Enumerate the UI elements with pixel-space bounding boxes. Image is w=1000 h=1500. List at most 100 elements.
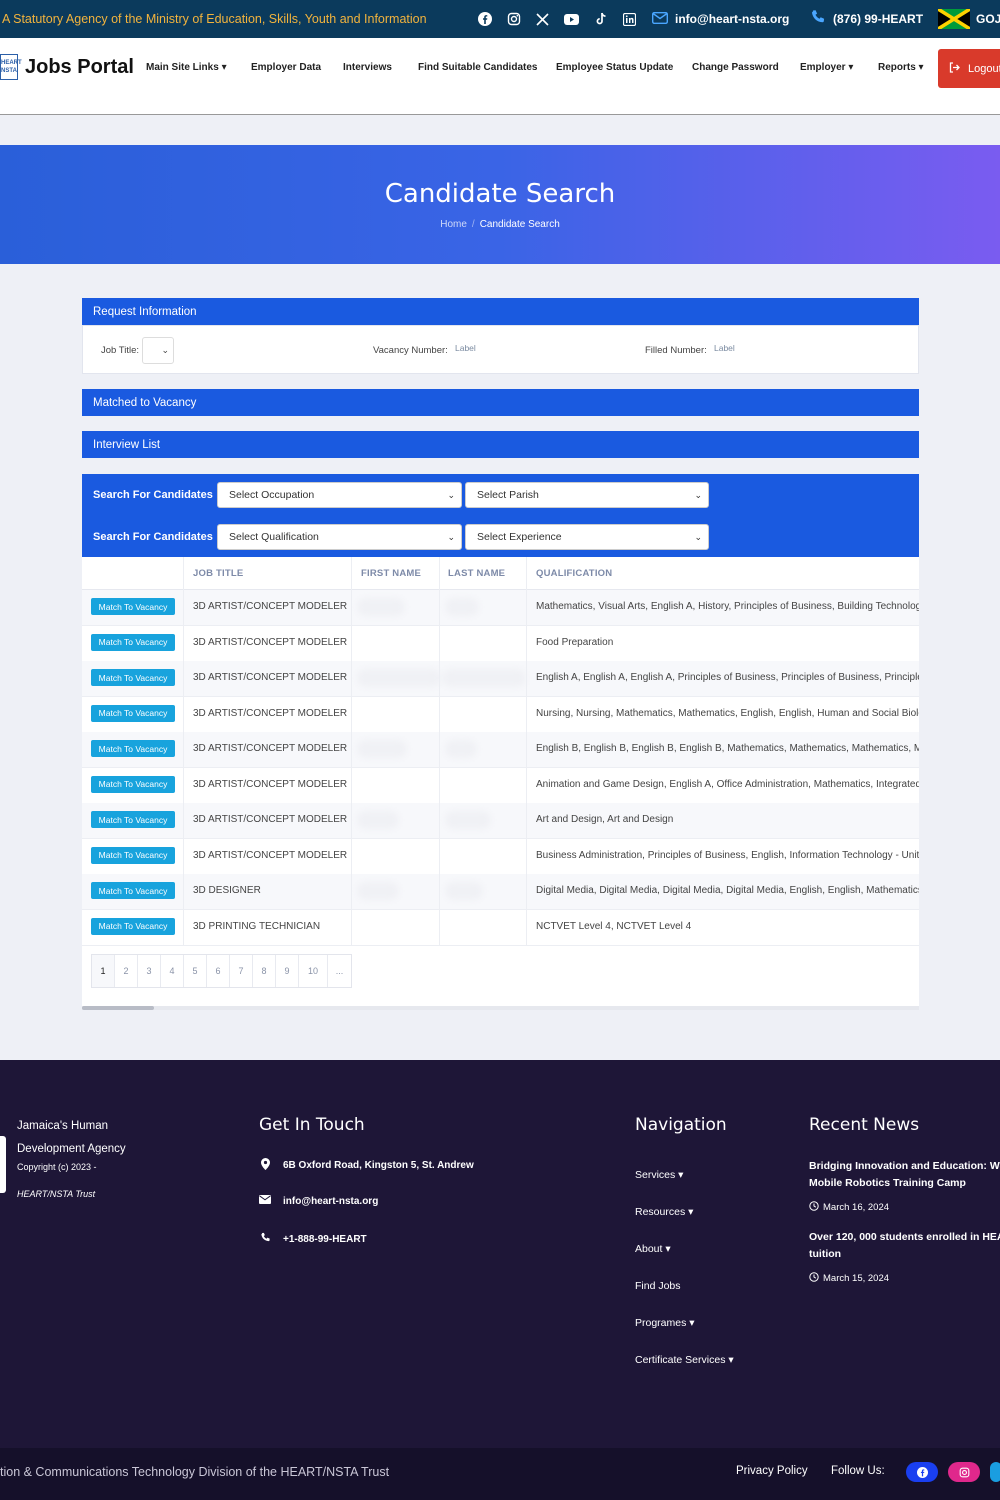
match-to-vacancy-button[interactable]: Match To Vacancy bbox=[91, 917, 175, 935]
twitter-icon[interactable] bbox=[990, 1462, 1000, 1482]
match-to-vacancy-button[interactable]: Match To Vacancy bbox=[91, 775, 175, 793]
job-title-cell: 3D ARTIST/CONCEPT MODELER bbox=[193, 707, 348, 719]
matched-to-vacancy-header[interactable]: Matched to Vacancy bbox=[82, 389, 919, 416]
qualification-cell: Art and Design, Art and Design bbox=[536, 814, 674, 825]
footer-nav-resources[interactable]: Resources ▾ bbox=[635, 1206, 693, 1218]
occupation-select[interactable]: Select Occupation ⌄ bbox=[217, 482, 462, 508]
page-link[interactable]: 3 bbox=[138, 955, 161, 987]
qualification-cell: NCTVET Level 4, NCTVET Level 4 bbox=[536, 920, 692, 932]
nav-employee-status-update[interactable]: Employee Status Update bbox=[556, 62, 673, 73]
horizontal-scrollbar[interactable] bbox=[82, 1006, 919, 1010]
facebook-icon[interactable] bbox=[906, 1462, 938, 1482]
facebook-icon[interactable] bbox=[476, 11, 493, 28]
nav-employer[interactable]: Employer ▾ bbox=[800, 62, 853, 73]
breadcrumb-current: Candidate Search bbox=[479, 219, 560, 230]
match-to-vacancy-button[interactable]: Match To Vacancy bbox=[91, 704, 175, 722]
parish-select[interactable]: Select Parish ⌄ bbox=[465, 482, 709, 508]
nav-employer-data[interactable]: Employer Data bbox=[251, 62, 321, 73]
column-divider bbox=[439, 557, 440, 945]
match-to-vacancy-button[interactable]: Match To Vacancy bbox=[91, 740, 175, 757]
page-link[interactable]: 1 bbox=[92, 955, 115, 987]
nav-main-site-links[interactable]: Main Site Links ▾ bbox=[146, 62, 227, 73]
goj-link[interactable]: GOJ bbox=[938, 9, 1000, 29]
qualification-cell: English A, English A, English A, Princip… bbox=[536, 672, 919, 683]
news-item-title[interactable]: Over 120, 000 students enrolled in HEA t… bbox=[809, 1229, 1000, 1263]
logout-label: Logout bbox=[968, 62, 1000, 75]
privacy-policy-link[interactable]: Privacy Policy bbox=[736, 1465, 808, 1477]
breadcrumb-home[interactable]: Home bbox=[440, 219, 467, 230]
logo-text: Jobs Portal bbox=[25, 55, 134, 78]
chevron-down-icon: ⌄ bbox=[694, 489, 702, 500]
interview-list-header[interactable]: Interview List bbox=[82, 431, 919, 458]
navigation-heading: Navigation bbox=[635, 1115, 727, 1135]
site-logo[interactable]: HEART NSTA Jobs Portal bbox=[0, 54, 134, 80]
redacted-name bbox=[445, 740, 477, 758]
chevron-down-icon: ⌄ bbox=[447, 531, 455, 542]
clock-icon bbox=[809, 1272, 819, 1285]
footer-nav-services[interactable]: Services ▾ bbox=[635, 1169, 683, 1181]
nav-find-suitable-candidates[interactable]: Find Suitable Candidates bbox=[418, 62, 537, 73]
nav-interviews[interactable]: Interviews bbox=[343, 62, 392, 73]
footer-phone[interactable]: +1-888-99-HEART bbox=[259, 1232, 367, 1246]
heart-nsta-logo-icon: HEART NSTA bbox=[0, 54, 22, 80]
page-link[interactable]: 6 bbox=[207, 955, 230, 987]
scrollbar-thumb[interactable] bbox=[82, 1006, 154, 1010]
qualification-cell: Digital Media, Digital Media, Digital Me… bbox=[536, 885, 919, 896]
page-link[interactable]: 7 bbox=[230, 955, 253, 987]
page-link[interactable]: ... bbox=[328, 955, 351, 987]
linkedin-icon[interactable] bbox=[621, 11, 638, 28]
redacted-name bbox=[445, 598, 479, 616]
page-link[interactable]: 10 bbox=[299, 955, 328, 987]
match-to-vacancy-button[interactable]: Match To Vacancy bbox=[91, 598, 175, 615]
request-information-header[interactable]: Request Information bbox=[82, 298, 919, 325]
experience-select[interactable]: Select Experience ⌄ bbox=[465, 524, 709, 550]
match-to-vacancy-button[interactable]: Match To Vacancy bbox=[91, 669, 175, 686]
footer-email[interactable]: info@heart-nsta.org bbox=[259, 1195, 378, 1207]
search-label-1: Search For Candidates bbox=[93, 489, 213, 501]
interview-list-title: Interview List bbox=[93, 438, 161, 451]
logout-button[interactable]: Logout bbox=[938, 49, 1000, 88]
search-row-2: Search For Candidates Select Qualificati… bbox=[82, 516, 919, 558]
job-title-cell: 3D ARTIST/CONCEPT MODELER bbox=[193, 849, 348, 861]
match-to-vacancy-button[interactable]: Match To Vacancy bbox=[91, 811, 175, 828]
page-link[interactable]: 8 bbox=[253, 955, 276, 987]
pagination: 1 2 3 4 5 6 7 8 9 10... bbox=[91, 954, 352, 988]
match-to-vacancy-button[interactable]: Match To Vacancy bbox=[91, 846, 175, 864]
occupation-select-value: Select Occupation bbox=[229, 489, 315, 501]
phone-icon bbox=[810, 9, 826, 29]
qualification-cell: Mathematics, Visual Arts, English A, His… bbox=[536, 601, 919, 612]
job-title-select[interactable]: ⌄ bbox=[142, 337, 174, 364]
page-link[interactable]: 4 bbox=[161, 955, 184, 987]
footer-nav-certificate-services[interactable]: Certificate Services ▾ bbox=[635, 1354, 734, 1366]
job-title-label: Job Title: bbox=[101, 345, 140, 356]
qualification-cell: Business Administration, Principles of B… bbox=[536, 849, 919, 861]
search-label-2: Search For Candidates bbox=[93, 531, 213, 543]
footer-nav-about[interactable]: About ▾ bbox=[635, 1243, 671, 1255]
chevron-down-icon: ⌄ bbox=[161, 345, 169, 355]
match-to-vacancy-button[interactable]: Match To Vacancy bbox=[91, 633, 175, 651]
request-information-body: Job Title: ⌄ Vacancy Number: Label Fille… bbox=[82, 325, 919, 374]
footer-nav-find-jobs[interactable]: Find Jobs bbox=[635, 1280, 681, 1292]
page-link[interactable]: 9 bbox=[276, 955, 299, 987]
redacted-name bbox=[357, 811, 399, 829]
match-to-vacancy-button[interactable]: Match To Vacancy bbox=[91, 882, 175, 899]
matched-to-vacancy-title: Matched to Vacancy bbox=[93, 396, 197, 409]
search-row-1: Search For Candidates Select Occupation … bbox=[82, 474, 919, 516]
x-icon[interactable] bbox=[534, 11, 551, 28]
instagram-icon[interactable] bbox=[505, 11, 522, 28]
instagram-icon[interactable] bbox=[948, 1462, 980, 1482]
tiktok-icon[interactable] bbox=[592, 11, 609, 28]
footer-address-text: 6B Oxford Road, Kingston 5, St. Andrew bbox=[283, 1160, 474, 1171]
topbar-email[interactable]: info@heart-nsta.org bbox=[651, 11, 789, 28]
footer-nav-programes[interactable]: Programes ▾ bbox=[635, 1317, 695, 1329]
nav-change-password[interactable]: Change Password bbox=[692, 62, 779, 73]
qualification-select[interactable]: Select Qualification ⌄ bbox=[217, 524, 462, 550]
nav-reports[interactable]: Reports ▾ bbox=[878, 62, 924, 73]
page-link[interactable]: 5 bbox=[184, 955, 207, 987]
news-item-title[interactable]: Bridging Innovation and Education: Wo Mo… bbox=[809, 1158, 1000, 1192]
table-row: Match To Vacancy 3D DESIGNER Digital Media… bbox=[82, 874, 919, 910]
topbar-phone[interactable]: (876) 99-HEART bbox=[810, 9, 923, 29]
page-link[interactable]: 2 bbox=[115, 955, 138, 987]
request-information-title: Request Information bbox=[93, 305, 197, 318]
youtube-icon[interactable] bbox=[563, 11, 580, 28]
